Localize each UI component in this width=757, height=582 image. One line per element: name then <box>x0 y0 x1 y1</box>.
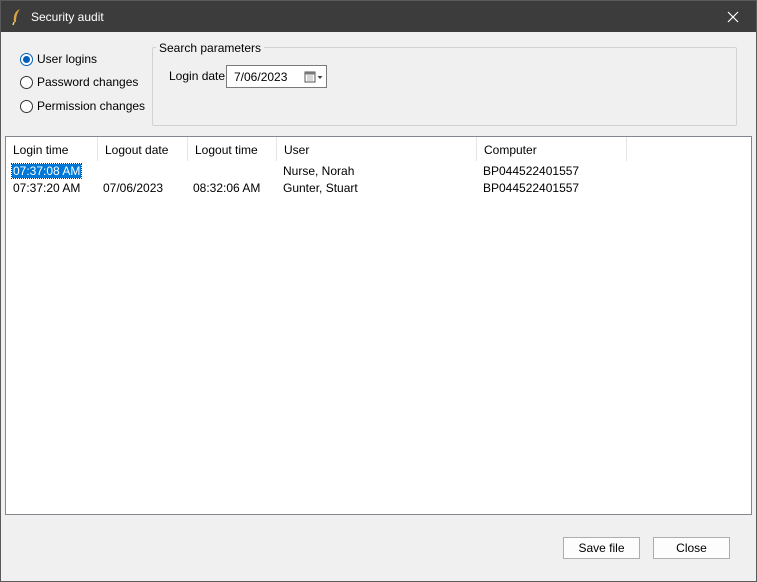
app-feather-icon <box>9 8 25 26</box>
cell-computer: BP044522401557 <box>483 164 580 178</box>
radio-button[interactable] <box>20 99 33 113</box>
close-window-button[interactable] <box>710 1 756 32</box>
column-header-logout-time[interactable]: Logout time <box>188 137 277 161</box>
cell-user: Nurse, Norah <box>283 164 355 178</box>
close-icon <box>727 11 739 22</box>
security-audit-window: Security audit User logins Password chan… <box>0 0 757 582</box>
radio-label: Password changes <box>37 75 139 89</box>
login-date-label: Login date: <box>169 69 229 83</box>
cell-logout-time: 08:32:06 AM <box>193 181 261 195</box>
cell-computer: BP044522401557 <box>483 181 580 195</box>
column-header-logout-date[interactable]: Logout date <box>98 137 188 161</box>
calendar-icon <box>304 71 323 82</box>
cell-logout-date: 07/06/2023 <box>103 181 164 195</box>
column-header-computer[interactable]: Computer <box>477 137 627 161</box>
column-header-user[interactable]: User <box>277 137 477 161</box>
radio-button[interactable] <box>20 75 33 89</box>
search-parameters-title: Search parameters <box>156 41 265 55</box>
radio-password-changes[interactable]: Password changes <box>20 74 138 90</box>
login-date-picker[interactable]: 7/06/2023 <box>226 65 327 88</box>
column-header-login-time[interactable]: Login time <box>6 137 98 161</box>
login-date-value[interactable]: 7/06/2023 <box>227 70 302 84</box>
cell-login-time: 07:37:20 AM <box>13 181 81 195</box>
calendar-dropdown-button[interactable] <box>302 66 326 87</box>
title-bar[interactable]: Security audit <box>1 1 756 32</box>
radio-user-logins[interactable]: User logins <box>20 51 97 67</box>
radio-label: User logins <box>37 52 98 66</box>
radio-permission-changes[interactable]: Permission changes <box>20 98 145 114</box>
table-row[interactable]: 07:37:08 AM Nurse, Norah BP044522401557 <box>6 163 751 180</box>
radio-label: Permission changes <box>37 99 146 113</box>
window-title: Security audit <box>31 10 104 24</box>
save-file-button[interactable]: Save file <box>563 537 640 559</box>
audit-results-list[interactable]: Login time Logout date Logout time User … <box>5 136 752 515</box>
close-button[interactable]: Close <box>653 537 730 559</box>
cell-login-time[interactable]: 07:37:08 AM <box>10 163 83 180</box>
radio-button-checked[interactable] <box>20 52 33 66</box>
table-row[interactable]: 07:37:20 AM 07/06/2023 08:32:06 AM Gunte… <box>6 180 751 197</box>
cell-user: Gunter, Stuart <box>283 181 358 195</box>
list-header: Login time Logout date Logout time User … <box>6 137 751 161</box>
